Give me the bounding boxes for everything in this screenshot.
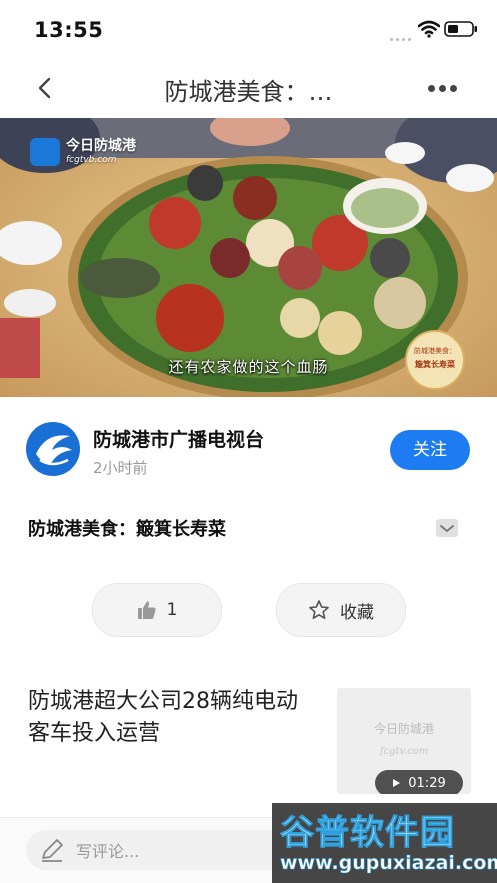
stamp-top-text: 防城港美食： [414,347,456,355]
channel-logo-url: fcgtvb.com [66,155,117,165]
video-player[interactable]: 今日防城港 fcgtvb.com 还有农家做的这个血肠 防城港美食： 簸箕长寿菜 [0,118,497,397]
nav-title: 防城港美食：… [164,78,333,106]
status-bar: 13:55 [0,0,497,58]
thumbnail-logo-url: fcgtv.com [379,746,429,757]
status-time: 13:55 [34,18,104,42]
thumbs-up-icon [137,601,156,619]
like-button[interactable]: 1 [92,583,222,637]
follow-button[interactable]: 关注 [390,430,470,470]
like-count: 1 [166,600,178,620]
video-title-stamp: 防城港美食： 簸箕长寿菜 [405,330,465,390]
channel-logo-text: 今日防城港 [66,138,136,154]
channel-watermark: 今日防城港 fcgtvb.com [30,138,136,166]
thumbnail-logo-text: 今日防城港 [373,722,434,736]
publisher-name[interactable]: 防城港市广播电视台 [93,425,264,452]
comment-placeholder: 写评论... [76,842,140,861]
watermark-main: 谷普软件园 [280,813,455,854]
article-title: 防城港美食：簸箕长寿菜 [28,519,226,540]
battery-icon [444,21,477,37]
publisher-row: 防城港市广播电视台 2小时前 关注 [0,405,497,495]
recommended-article[interactable]: 防城港超大公司28辆纯电动客车投入运营 今日防城港 fcgtv.com 01:2… [0,680,497,800]
expand-chevron-icon[interactable] [436,519,458,537]
site-watermark: 谷普软件园 www.gupuxiazai.com [272,803,497,883]
star-icon [309,600,329,619]
publish-time: 2小时前 [93,459,148,477]
publisher-logo-icon [36,435,72,466]
back-arrow-icon[interactable] [34,76,56,100]
play-icon [393,779,401,787]
favorite-button[interactable]: 收藏 [276,583,406,637]
channel-logo-icon [30,138,60,166]
recommended-title[interactable]: 防城港超大公司28辆纯电动客车投入运营 [28,686,318,750]
publisher-avatar[interactable] [26,422,80,476]
watermark-url: www.gupuxiazai.com [280,852,497,875]
favorite-label: 收藏 [340,602,374,623]
stamp-main-text: 簸箕长寿菜 [415,360,455,369]
wifi-icon [418,20,440,38]
nav-bar: 防城港美食：… [0,58,497,118]
recommended-thumbnail[interactable]: 今日防城港 fcgtv.com 01:29 [337,688,471,794]
video-duration-badge: 01:29 [375,770,463,794]
pencil-icon [42,839,63,862]
article-detail-screen: 13:55 防城港美食：… 今日防城港 fcgtvb.com 还有农家做的这个血… [0,0,497,883]
signal-icon [390,31,412,41]
video-duration: 01:29 [408,775,446,791]
more-options-icon[interactable] [428,85,460,93]
